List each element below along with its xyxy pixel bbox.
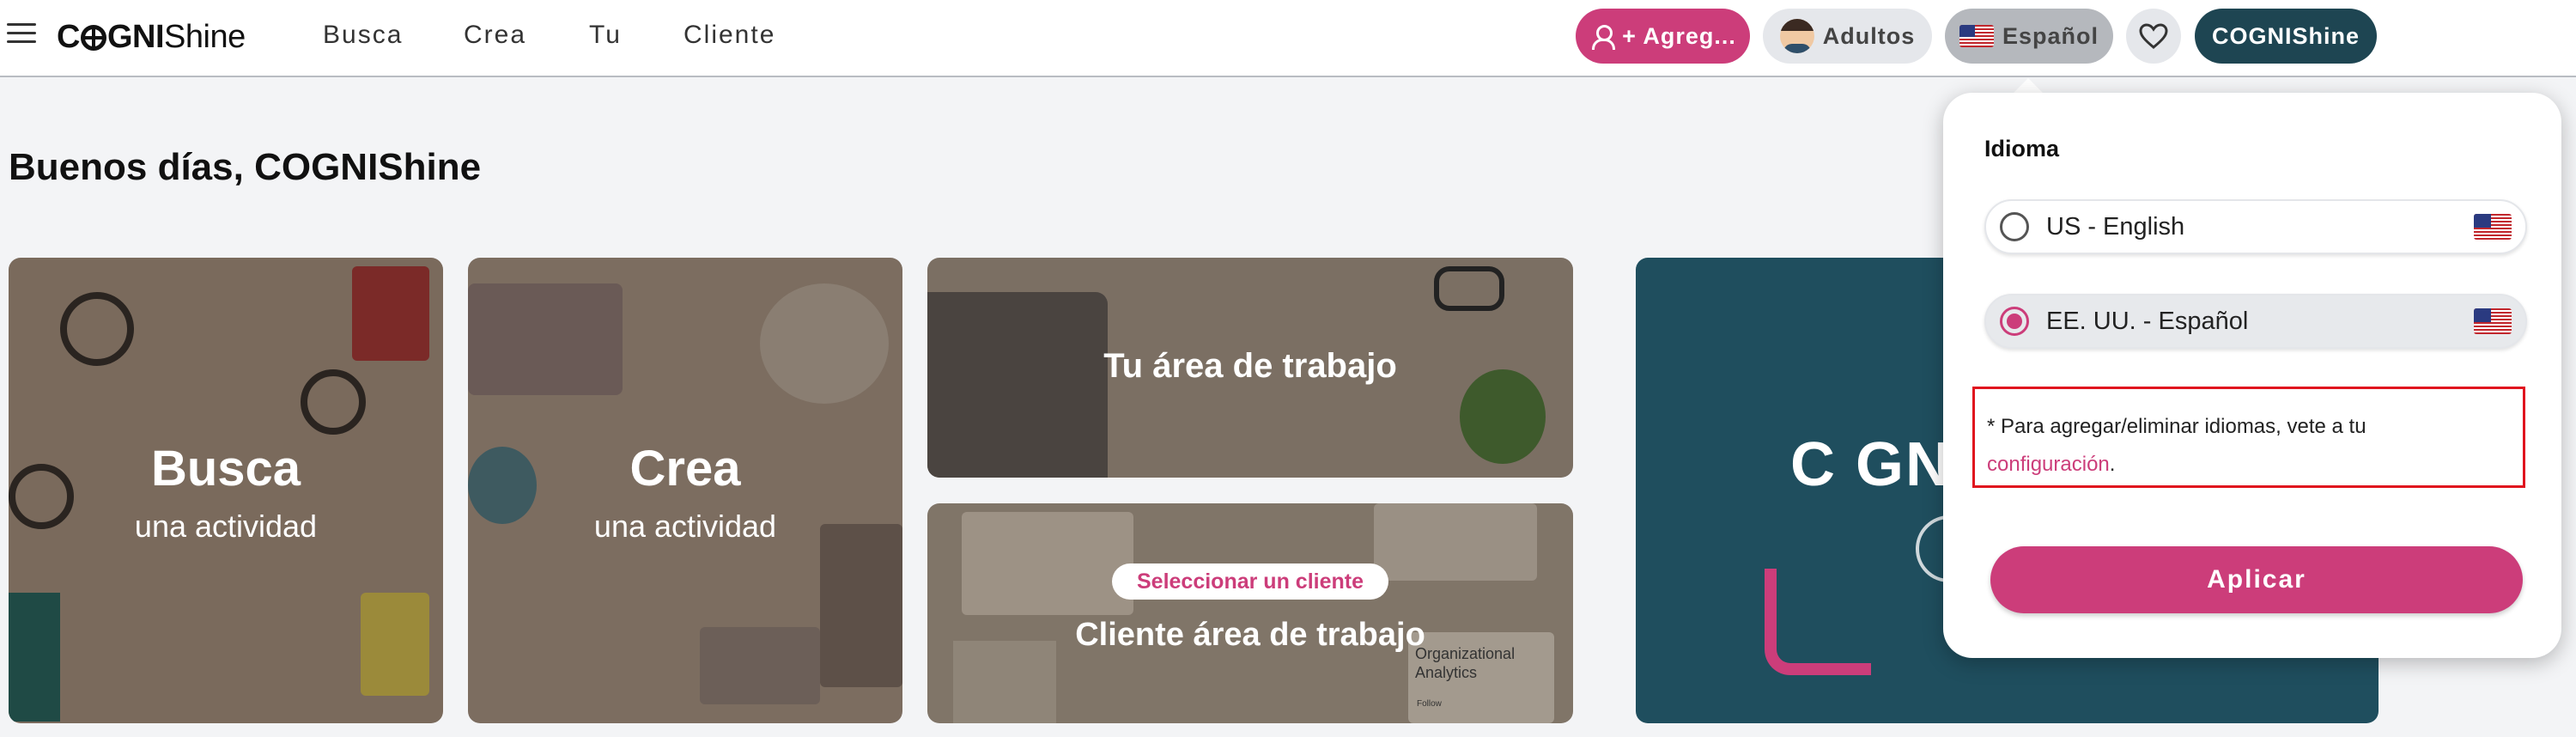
book-decoration — [9, 593, 60, 722]
magnifier-decoration — [301, 369, 366, 435]
card-busca-title: Busca — [150, 441, 301, 496]
paint-box-decoration — [468, 283, 623, 395]
card-cliente-title: Cliente área de trabajo — [1075, 617, 1425, 653]
language-option-label: EE. UU. - Español — [2046, 307, 2249, 335]
user-menu-button[interactable]: COGNIShine — [2195, 9, 2377, 64]
us-flag-icon — [1959, 25, 1994, 47]
avatar-icon — [1779, 19, 1814, 53]
language-label: Español — [2002, 22, 2099, 49]
paint-tubes-decoration — [700, 627, 820, 704]
favorites-button[interactable] — [2126, 9, 2181, 64]
language-button[interactable]: Español — [1945, 9, 2113, 64]
add-button[interactable]: + Agreg... — [1576, 9, 1750, 64]
palette-decoration — [760, 283, 889, 404]
card-crea[interactable]: Crea una actividad — [468, 258, 902, 723]
language-option-es-us[interactable]: EE. UU. - Español — [1984, 294, 2527, 349]
promo-logo-text: C GN — [1790, 430, 1952, 499]
language-option-label: US - English — [2046, 212, 2185, 241]
card-crea-subtitle: una actividad — [593, 509, 777, 544]
card-tu-title: Tu área de trabajo — [1103, 347, 1397, 385]
logo-gni: GNI — [106, 18, 165, 55]
add-button-label: + Agreg... — [1622, 22, 1736, 49]
nav-tu[interactable]: Tu — [589, 21, 622, 50]
language-panel-title: Idioma — [1984, 136, 2060, 161]
nav-busca[interactable]: Busca — [323, 21, 403, 50]
settings-link[interactable]: configuración — [1987, 453, 2110, 476]
logo-mark-icon — [80, 25, 106, 51]
logo[interactable]: C GNI Shine — [57, 15, 246, 58]
user-icon — [1589, 23, 1616, 50]
heart-icon — [2139, 23, 2168, 49]
audience-button[interactable]: Adultos — [1763, 9, 1932, 64]
select-client-button[interactable]: Seleccionar un cliente — [1112, 563, 1388, 600]
apply-button[interactable]: Aplicar — [1990, 546, 2523, 613]
paint-box-decoration — [820, 524, 902, 687]
user-menu-label: COGNIShine — [2211, 22, 2360, 49]
radio-button-selected[interactable] — [2000, 307, 2029, 336]
nav-cliente[interactable]: Cliente — [683, 21, 775, 50]
book-decoration — [352, 266, 429, 361]
book-decoration — [361, 593, 429, 696]
us-flag-icon — [2474, 214, 2512, 240]
menu-icon[interactable] — [7, 23, 36, 46]
magnifier-decoration — [60, 292, 134, 366]
language-option-en-us[interactable]: US - English — [1984, 199, 2527, 254]
card-cliente-area[interactable]: Organizational Analytics Follow Cliente … — [927, 503, 1573, 723]
analytics-paper-foot: Follow — [1417, 699, 1442, 709]
promo-shape-decoration — [1765, 569, 1871, 675]
language-settings-note: * Para agregar/eliminar idiomas, vete a … — [1972, 387, 2525, 488]
glasses-decoration — [1434, 266, 1504, 311]
language-panel: Idioma US - English EE. UU. - Español * … — [1943, 93, 2561, 658]
note-suffix: . — [2109, 453, 2116, 476]
card-busca-subtitle: una actividad — [134, 509, 318, 544]
card-busca[interactable]: Busca una actividad — [9, 258, 443, 723]
greeting-heading: Buenos días, COGNIShine — [9, 146, 482, 188]
radio-button[interactable] — [2000, 212, 2029, 241]
chart-paper-decoration — [962, 512, 1133, 615]
card-tu-area[interactable]: Tu área de trabajo — [927, 258, 1573, 478]
top-bar: C GNI Shine Busca Crea Tu Cliente + Agre… — [0, 0, 2576, 77]
note-text: * Para agregar/eliminar idiomas, vete a … — [1987, 415, 2366, 438]
nav-crea[interactable]: Crea — [464, 21, 526, 50]
us-flag-icon — [2474, 308, 2512, 334]
chart-paper-decoration — [1374, 503, 1537, 581]
audience-label: Adultos — [1822, 22, 1916, 49]
logo-c: C — [57, 18, 80, 55]
logo-shine: Shine — [164, 18, 246, 55]
card-crea-title: Crea — [629, 441, 741, 496]
